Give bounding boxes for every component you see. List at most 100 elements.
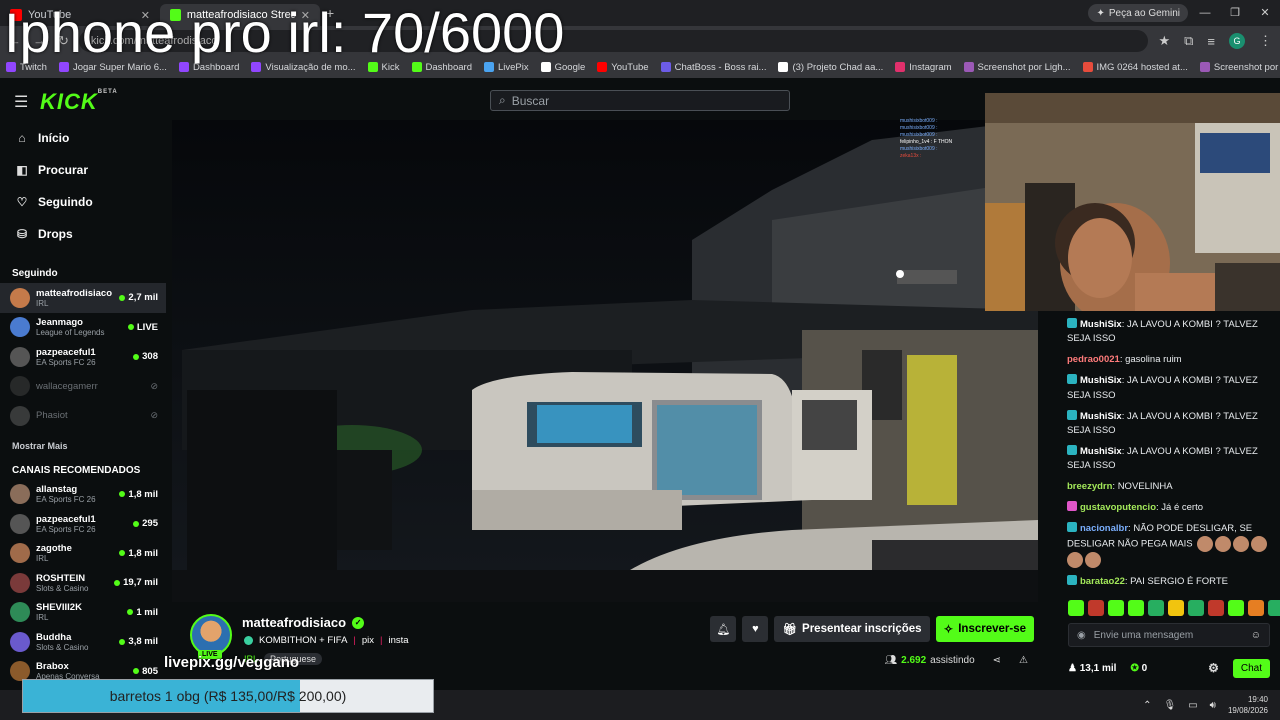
follow-heart-button[interactable]: ♥ xyxy=(742,616,769,642)
chat-username[interactable]: MushiSix xyxy=(1080,446,1122,457)
viewer-count: 805 xyxy=(133,666,158,677)
hamburger-menu-icon[interactable]: ☰ xyxy=(14,92,28,112)
chat-message: MushiSix: JA LAVOU A KOMBI ? TALVEZ SEJA… xyxy=(1067,444,1275,474)
sidebar-item-drops[interactable]: ⛁ Drops xyxy=(0,218,166,250)
channel-item[interactable]: allanstag EA Sports FC 26 1,8 mil xyxy=(0,480,166,510)
star-icon[interactable]: ★ xyxy=(1158,33,1170,49)
sidebar-item-seguindo[interactable]: ♡ Seguindo xyxy=(0,186,166,218)
chevron-up-icon[interactable]: ⌃ xyxy=(1143,700,1151,711)
microphone-icon[interactable]: 🎙︎ xyxy=(1163,700,1176,711)
channel-item[interactable]: pazpeaceful1 EA Sports FC 26 295 xyxy=(0,509,166,539)
bookmark-item[interactable]: (3) Projeto Chad aa... xyxy=(778,62,883,73)
title-separator: | xyxy=(380,635,383,646)
chat-username[interactable]: MushiSix xyxy=(1080,375,1122,386)
channel-item[interactable]: pazpeaceful1 EA Sports FC 26 308 xyxy=(0,342,166,372)
sidebar-item-in-cio[interactable]: ⌂ Início xyxy=(0,122,166,154)
viewer-count: 295 xyxy=(133,518,158,529)
volume-icon[interactable]: 🔊︎ xyxy=(1210,700,1216,711)
kick-logo[interactable]: KICKBETA xyxy=(40,89,118,115)
emoji-picker-icon[interactable]: ☺ xyxy=(1251,630,1261,641)
channel-item[interactable]: wallacegamerr ⊘ xyxy=(0,372,166,402)
channel-item[interactable]: Phasiot ⊘ xyxy=(0,401,166,431)
channel-item[interactable]: zagothe IRL 1,8 mil xyxy=(0,539,166,569)
channel-text: ROSHTEIN Slots & Casino xyxy=(36,573,108,593)
extensions-icon[interactable]: ⧉ xyxy=(1184,33,1193,49)
sidebar-item-procurar[interactable]: ◧ Procurar xyxy=(0,154,166,186)
live-dot-icon xyxy=(119,294,126,301)
channel-item[interactable]: SHEVIII2K IRL 1 mil xyxy=(0,598,166,628)
gift-subs-button[interactable]: 🎁︎ Presentear inscrições xyxy=(774,616,930,642)
chat-settings-icon[interactable]: ⚙ xyxy=(1208,661,1219,675)
emote-icon[interactable] xyxy=(1248,600,1264,616)
user-badge-icon xyxy=(1067,521,1077,532)
channel-item[interactable]: Buddha Slots & Casino 3,8 mil xyxy=(0,627,166,657)
channel-name: pazpeaceful1 xyxy=(36,346,96,358)
screen: YouTube ✕ matteafrodisiaco Stream ✕ + ✦ … xyxy=(0,0,1280,720)
emote-icon[interactable] xyxy=(1068,600,1084,616)
gemini-button[interactable]: ✦ Peça ao Gemini xyxy=(1088,4,1188,22)
search-input[interactable]: ⌕ Buscar xyxy=(490,90,790,111)
channel-category: EA Sports FC 26 xyxy=(36,357,96,367)
emote-icon[interactable] xyxy=(1188,600,1204,616)
mini-chat-overlay: mushisixbot009 : mushisixbot009 : mushisix… xyxy=(900,118,980,160)
emote-icon[interactable] xyxy=(1088,600,1104,616)
clock[interactable]: 19:40 19/08/2026 xyxy=(1228,694,1268,716)
viewer-count: 1 mil xyxy=(127,607,158,618)
emote-icon[interactable] xyxy=(1168,600,1184,616)
mini-chat-line: mushisixbot009 : xyxy=(900,132,938,138)
media-icon[interactable]: ≡ xyxy=(1207,34,1215,49)
chat-mode-icon[interactable]: ◉ xyxy=(1077,630,1086,641)
streamer-name[interactable]: matteafrodisiaco ✓ xyxy=(242,615,365,630)
heart-icon: ♡ xyxy=(16,195,28,209)
bookmark-item[interactable]: YouTube xyxy=(597,62,649,73)
bookmark-item[interactable]: Screenshot por Ligh... xyxy=(963,62,1071,73)
chat-username[interactable]: pedrao0021 xyxy=(1067,354,1120,365)
sparkle-icon: ✦ xyxy=(1096,7,1105,19)
channel-item[interactable]: ROSHTEIN Slots & Casino 19,7 mil xyxy=(0,568,166,598)
chat-message: nacionalbr: NÃO PODE DESLIGAR, SE DESLIG… xyxy=(1067,521,1275,569)
webcam-overlay xyxy=(985,93,1280,311)
chat-input[interactable]: ◉ Envie uma mensagem ☺ xyxy=(1068,623,1270,647)
viewer-count: 308 xyxy=(133,351,158,362)
channel-category: League of Legends xyxy=(36,328,105,338)
maximize-icon[interactable]: ❐ xyxy=(1220,0,1250,26)
mini-chat-line: mushisixbot009 : xyxy=(900,125,938,131)
star-icon: ✧ xyxy=(943,624,954,636)
network-icon[interactable]: ▭ xyxy=(1188,700,1197,711)
chat-username[interactable]: MushiSix xyxy=(1080,319,1122,330)
minimize-icon[interactable]: — xyxy=(1190,0,1220,26)
report-icon[interactable]: ⚠︎ xyxy=(1019,655,1028,666)
notification-bell-button[interactable]: 🔔︎ xyxy=(710,616,737,642)
subscribe-button[interactable]: ✧ Inscrever-se xyxy=(935,616,1034,642)
emote-icon[interactable] xyxy=(1148,600,1164,616)
chat-message: pedrao0021: gasolina ruim xyxy=(1067,353,1275,367)
bookmark-item[interactable]: Instagram xyxy=(895,62,952,73)
profile-avatar[interactable]: G xyxy=(1229,33,1245,49)
goal-overlay-title: Iphone pro irl: 70/6000 xyxy=(4,1,565,64)
channel-name: pazpeaceful1 xyxy=(36,513,96,525)
chat-username[interactable]: baratao22 xyxy=(1080,576,1125,587)
title-separator: | xyxy=(353,635,356,646)
close-window-icon[interactable]: ✕ xyxy=(1250,0,1280,26)
menu-icon[interactable]: ⋮ xyxy=(1259,33,1272,49)
chat-username[interactable]: MushiSix xyxy=(1080,411,1122,422)
chat-username[interactable]: gustavoputencio xyxy=(1080,502,1156,513)
channel-item[interactable]: matteafrodisiaco IRL 2,7 mil xyxy=(0,283,166,313)
chat-username[interactable]: breezydrn xyxy=(1067,481,1112,492)
channel-item[interactable]: Jeanmago League of Legends LIVE xyxy=(0,313,166,343)
channel-name: wallacegamerr xyxy=(36,380,98,392)
chat-send-button[interactable]: Chat xyxy=(1232,658,1270,678)
emote-icon[interactable] xyxy=(1108,600,1124,616)
emote-icon[interactable] xyxy=(1128,600,1144,616)
bookmark-item[interactable]: IMG 0264 hosted at... xyxy=(1082,62,1188,73)
share-icon[interactable]: ⋖ xyxy=(993,655,1001,666)
avatar xyxy=(10,513,30,534)
emote-icon[interactable] xyxy=(1228,600,1244,616)
chat-username[interactable]: nacionalbr xyxy=(1080,523,1128,534)
video-player[interactable] xyxy=(172,120,1038,602)
show-more-link[interactable]: Mostrar Mais xyxy=(0,431,166,457)
emote-icon[interactable] xyxy=(1268,600,1280,616)
bookmark-item[interactable]: Screenshot por Ligh... xyxy=(1199,62,1280,73)
emote-icon[interactable] xyxy=(1208,600,1224,616)
bookmark-item[interactable]: ChatBoss - Boss rai... xyxy=(660,62,766,73)
